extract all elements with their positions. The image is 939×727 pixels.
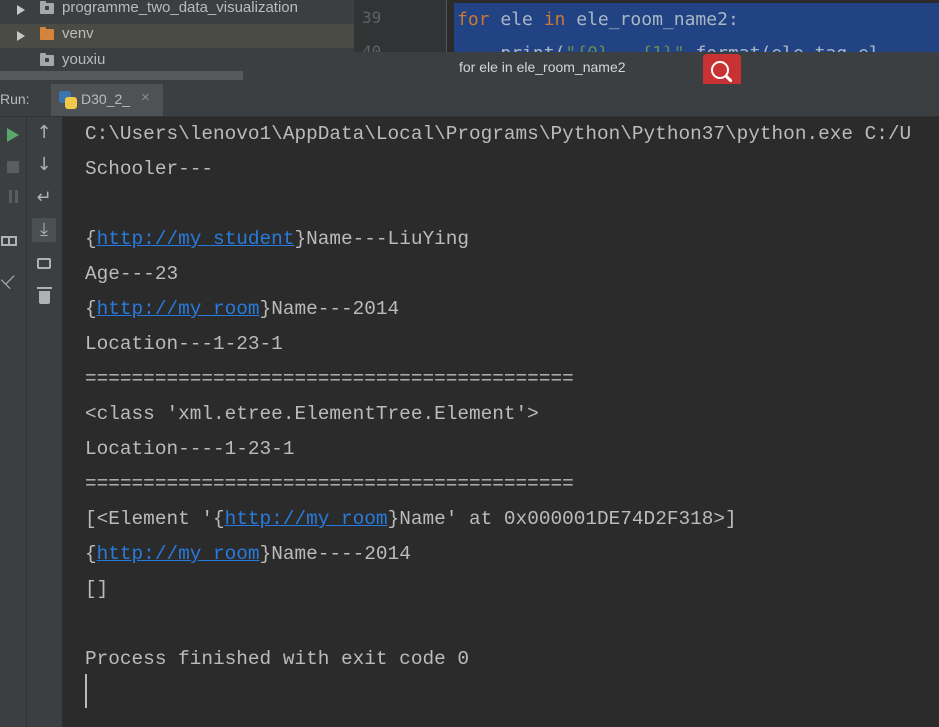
soft-wrap-button[interactable]: ↵ bbox=[32, 186, 56, 210]
run-tool-window-header: Run: D30_2_ × bbox=[0, 84, 939, 117]
tree-item-venv[interactable]: venv bbox=[0, 24, 354, 48]
console-text: }Name---LiuYing bbox=[294, 228, 470, 250]
console-link[interactable]: http://my_room bbox=[97, 543, 260, 565]
line-number: 39 bbox=[362, 8, 382, 27]
console-text: { bbox=[85, 543, 97, 565]
console-link[interactable]: http://my_room bbox=[97, 298, 260, 320]
gutter-divider bbox=[446, 0, 447, 52]
code-line[interactable]: for ele in ele_room_name2: bbox=[457, 3, 739, 37]
console-line: Location----1-23-1 bbox=[85, 438, 295, 460]
console-line: ========================================… bbox=[85, 368, 574, 390]
layout-button[interactable] bbox=[0, 229, 21, 253]
stop-button[interactable] bbox=[1, 155, 25, 179]
console-line: {http://my_student}Name---LiuYing bbox=[85, 222, 469, 257]
print-icon bbox=[37, 257, 51, 269]
folder-icon bbox=[40, 27, 54, 40]
down-arrow-icon: ↓ bbox=[36, 154, 52, 175]
expand-arrow-icon[interactable] bbox=[17, 31, 25, 41]
console-link[interactable]: http://my_student bbox=[97, 228, 295, 250]
console-output[interactable]: C:\Users\lenovo1\AppData\Local\Programs\… bbox=[63, 117, 939, 727]
soft-wrap-icon: ↵ bbox=[36, 187, 52, 208]
console-line: Location---1-23-1 bbox=[85, 333, 283, 355]
trash-icon bbox=[36, 286, 52, 304]
console-line: [<Element '{http://my_room}Name' at 0x00… bbox=[85, 502, 737, 537]
expand-arrow-icon[interactable] bbox=[17, 5, 25, 15]
find-query-text[interactable]: for ele in ele_room_name2 bbox=[459, 59, 626, 75]
folder-icon bbox=[40, 53, 54, 66]
console-text: }Name' at 0x000001DE74D2F318>] bbox=[387, 508, 737, 530]
pause-icon bbox=[7, 190, 19, 208]
search-icon-handle bbox=[724, 74, 733, 83]
console-toolbar: ↑ ↓ ↵ ⤓ bbox=[27, 117, 63, 727]
console-text: }Name---2014 bbox=[259, 298, 400, 320]
run-tab-label: D30_2_ bbox=[81, 91, 131, 107]
stop-icon bbox=[7, 161, 19, 173]
console-line: [] bbox=[85, 578, 109, 600]
scroll-up-button[interactable]: ↑ bbox=[32, 121, 56, 145]
tree-item-label: youxiu bbox=[62, 51, 106, 68]
console-text: }Name----2014 bbox=[259, 543, 411, 565]
console-line: Schooler--- bbox=[85, 158, 213, 180]
console-line: {http://my_room}Name---2014 bbox=[85, 292, 399, 327]
pin-icon: ⊥ bbox=[0, 267, 23, 294]
scroll-to-end-button[interactable]: ⤓ bbox=[32, 218, 56, 242]
tree-item-label: venv bbox=[62, 25, 94, 42]
code-text: ele bbox=[489, 9, 544, 30]
text-caret bbox=[85, 674, 87, 708]
console-line: C:\Users\lenovo1\AppData\Local\Programs\… bbox=[85, 123, 912, 145]
keyword: for bbox=[457, 9, 490, 30]
pause-button[interactable] bbox=[1, 187, 25, 211]
pin-button[interactable]: ⊥ bbox=[0, 267, 23, 294]
console-text: { bbox=[85, 298, 97, 320]
console-link[interactable]: http://my_room bbox=[225, 508, 388, 530]
console-text: [<Element '{ bbox=[85, 508, 225, 530]
console-text: { bbox=[85, 228, 97, 250]
scroll-to-end-icon: ⤓ bbox=[40, 219, 48, 240]
run-tab-d30-2[interactable]: D30_2_ × bbox=[51, 84, 163, 116]
run-label: Run: bbox=[0, 91, 30, 107]
rerun-button[interactable] bbox=[1, 123, 25, 147]
project-tree-pane: programme_two_data_visualization venv yo… bbox=[0, 0, 354, 84]
keyword: in bbox=[543, 9, 566, 30]
close-tab-icon[interactable]: × bbox=[141, 89, 150, 106]
find-bar: for ele in ele_room_name2 bbox=[354, 52, 939, 89]
console-line: {http://my_room}Name----2014 bbox=[85, 537, 411, 572]
run-actions-strip: ⊥ bbox=[0, 117, 27, 727]
scroll-down-button[interactable]: ↓ bbox=[32, 153, 56, 177]
print-button[interactable] bbox=[32, 251, 56, 275]
layout-icon bbox=[1, 236, 17, 246]
folder-icon bbox=[40, 1, 54, 14]
console-line: <class 'xml.etree.ElementTree.Element'> bbox=[85, 403, 539, 425]
up-arrow-icon: ↑ bbox=[36, 122, 52, 143]
tree-item-label: programme_two_data_visualization bbox=[62, 0, 298, 16]
console-line: Process finished with exit code 0 bbox=[85, 648, 469, 670]
code-text: ele_room_name2: bbox=[565, 9, 739, 30]
python-icon bbox=[59, 91, 77, 109]
console-line: ========================================… bbox=[85, 473, 574, 495]
tree-item-programme[interactable]: programme_two_data_visualization bbox=[0, 0, 354, 22]
run-icon bbox=[7, 128, 19, 142]
horizontal-scrollbar[interactable] bbox=[0, 71, 243, 80]
console-line: Age---23 bbox=[85, 263, 179, 285]
clear-all-button[interactable] bbox=[32, 283, 56, 307]
